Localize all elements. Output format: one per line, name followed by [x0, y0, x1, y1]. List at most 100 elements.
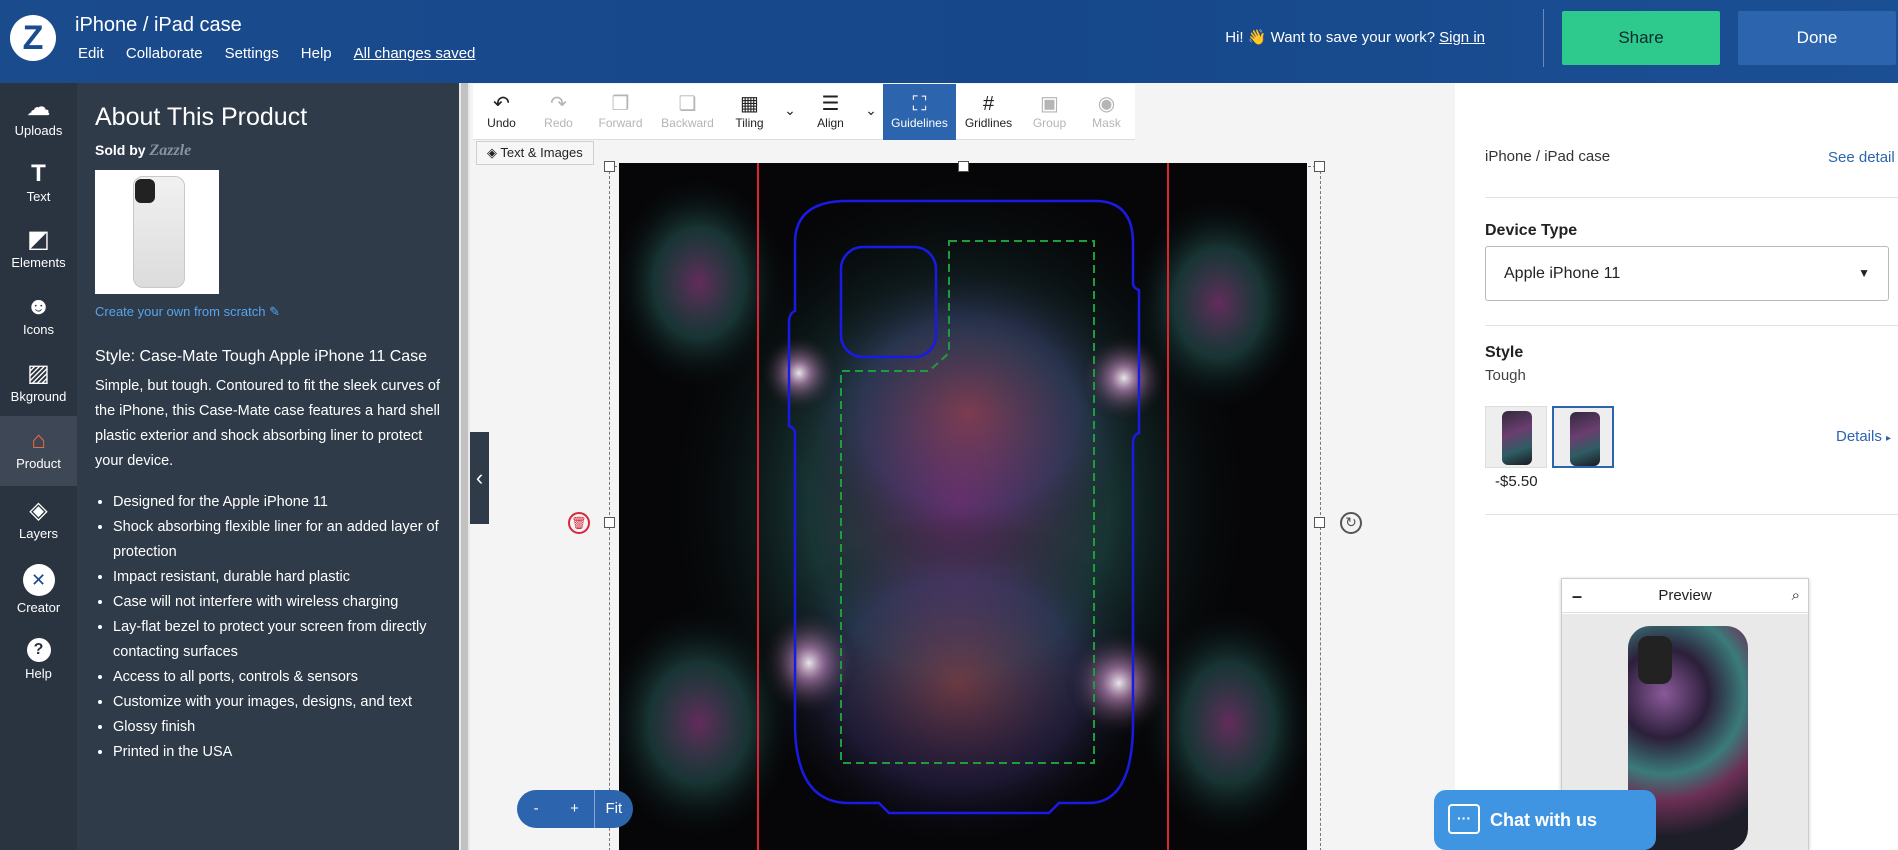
style-title: Style: Case-Mate Tough Apple iPhone 11 C…	[95, 348, 428, 365]
elements-icon: ◩	[27, 226, 50, 253]
tool-help[interactable]: ? Help	[0, 628, 77, 694]
align-button[interactable]: ☰ Align	[802, 84, 859, 140]
chat-bubble-icon: ···	[1448, 804, 1480, 834]
device-type-select[interactable]: Apple iPhone 11 ▼	[1485, 246, 1889, 301]
preview-header: – Preview ⌕	[1562, 579, 1808, 613]
tool-label: Icons	[22, 322, 55, 337]
zoom-fit-button[interactable]: Fit	[593, 790, 633, 828]
guidelines-button[interactable]: ⛶ Guidelines	[883, 84, 956, 140]
mask-icon: ◉	[1097, 93, 1116, 115]
list-item: Access to all ports, controls & sensors	[113, 665, 445, 690]
about-product-panel: About This Product Sold by Zazzle Create…	[77, 83, 459, 850]
forward-button[interactable]: ❐ Forward	[587, 84, 654, 140]
tool-label: Creator	[16, 600, 61, 615]
minimize-icon[interactable]: –	[1572, 579, 1582, 613]
artwork-svg	[619, 163, 1307, 850]
toolbar-label: Undo	[487, 116, 516, 130]
chat-with-us-button[interactable]: ··· Chat with us	[1434, 790, 1656, 850]
backward-button[interactable]: ❏ Backward	[654, 84, 721, 140]
background-icon: ▨	[27, 360, 50, 387]
undo-button[interactable]: ↶ Undo	[473, 84, 530, 140]
create-from-scratch-link[interactable]: Create your own from scratch ✎	[95, 304, 445, 320]
brand-name: Zazzle	[149, 142, 192, 159]
tool-layers[interactable]: ◈ Layers	[0, 486, 77, 552]
forward-icon: ❐	[611, 93, 630, 115]
backward-icon: ❏	[678, 93, 697, 115]
resize-handle[interactable]	[1314, 517, 1325, 528]
layer-tab-label: Text & Images	[500, 145, 583, 160]
scrollbar-thumb[interactable]	[461, 83, 468, 850]
list-item: Designed for the Apple iPhone 11	[113, 490, 445, 515]
style-option-tough[interactable]	[1552, 406, 1614, 468]
greeting-text: Hi! 👋 Want to save your work?	[1225, 29, 1436, 46]
feature-list: Designed for the Apple iPhone 11 Shock a…	[95, 490, 445, 765]
tool-uploads[interactable]: ☁ Uploads	[0, 83, 77, 149]
product-name: iPhone / iPad case	[1485, 148, 1611, 165]
tool-product[interactable]: ⌂ Product	[0, 416, 77, 486]
see-detail-link[interactable]: See detail	[1828, 149, 1895, 166]
style-details-link[interactable]: Details ▸	[1836, 428, 1891, 445]
resize-handle[interactable]	[958, 161, 969, 172]
chevron-down-icon: ⌄	[784, 102, 796, 118]
toolbar-label: Backward	[661, 116, 714, 130]
zoom-in-button[interactable]: +	[555, 790, 593, 828]
divider	[1485, 197, 1898, 198]
smiley-icon: ☻	[25, 293, 52, 320]
done-button[interactable]: Done	[1738, 11, 1896, 65]
save-prompt: Hi! 👋 Want to save your work? Sign in	[1225, 28, 1485, 46]
group-button[interactable]: ▣ Group	[1021, 84, 1078, 140]
tool-label: Bkground	[10, 389, 67, 404]
price-delta: -$5.50	[1495, 473, 1538, 490]
case-thumbnail	[1502, 411, 1532, 465]
rotate-icon[interactable]: ↻	[1340, 512, 1362, 534]
camera-cutout	[1638, 636, 1672, 684]
style-value: Tough	[1485, 367, 1526, 384]
resize-handle[interactable]	[1314, 161, 1325, 172]
zoom-out-button[interactable]: -	[517, 790, 555, 828]
zazzle-logo[interactable]: Z	[10, 15, 56, 61]
design-artwork[interactable]	[619, 163, 1307, 850]
top-bar: Z iPhone / iPad case Edit Collaborate Se…	[0, 0, 1898, 83]
resize-handle[interactable]	[604, 161, 615, 172]
tool-icons[interactable]: ☻ Icons	[0, 282, 77, 348]
about-content: About This Product Sold by Zazzle Create…	[95, 103, 445, 765]
text-and-images-tab[interactable]: ◈ Text & Images	[476, 141, 594, 165]
share-button[interactable]: Share	[1562, 11, 1720, 65]
delete-icon[interactable]: 🗑	[568, 512, 590, 534]
list-item: Case will not interfere with wireless ch…	[113, 590, 445, 615]
tool-text[interactable]: T Text	[0, 149, 77, 215]
divider	[1485, 325, 1898, 326]
menu-help[interactable]: Help	[301, 45, 332, 62]
style-label: Style	[1485, 344, 1524, 361]
chevron-down-icon: ⌄	[865, 102, 877, 118]
app-root: Z iPhone / iPad case Edit Collaborate Se…	[0, 0, 1898, 850]
tiling-button[interactable]: ▦ Tiling	[721, 84, 778, 140]
saved-status-link[interactable]: All changes saved	[354, 45, 476, 62]
product-thumbnail[interactable]	[95, 170, 219, 294]
magnifier-icon[interactable]: ⌕	[1792, 579, 1800, 613]
toolbar-label: Redo	[544, 116, 573, 130]
chat-label: Chat with us	[1490, 810, 1597, 830]
collapse-panel-button[interactable]: ‹	[470, 432, 489, 524]
menu-settings[interactable]: Settings	[225, 45, 279, 62]
toolbar-label: Mask	[1092, 116, 1121, 130]
tool-background[interactable]: ▨ Bkground	[0, 349, 77, 415]
panel-scrollbar[interactable]	[459, 83, 470, 850]
style-option-slim[interactable]	[1485, 406, 1547, 468]
redo-button[interactable]: ↷ Redo	[530, 84, 587, 140]
sign-in-link[interactable]: Sign in	[1439, 29, 1485, 46]
menu-edit[interactable]: Edit	[78, 45, 104, 62]
product-icon: ⌂	[31, 427, 46, 454]
pencil-icon: ✎	[269, 304, 281, 319]
tool-elements[interactable]: ◩ Elements	[0, 215, 77, 281]
tool-creator[interactable]: ✕ Creator	[0, 554, 77, 628]
canvas-toolbar: ↶ Undo ↷ Redo ❐ Forward ❏ Backward ▦ Tiling ⌄…	[473, 84, 1135, 140]
cloud-upload-icon: ☁	[26, 94, 51, 121]
list-item: Impact resistant, durable hard plastic	[113, 565, 445, 590]
tiling-dropdown[interactable]: ⌄	[778, 84, 802, 140]
resize-handle[interactable]	[604, 517, 615, 528]
align-dropdown[interactable]: ⌄	[859, 84, 883, 140]
gridlines-button[interactable]: # Gridlines	[956, 84, 1021, 140]
mask-button[interactable]: ◉ Mask	[1078, 84, 1135, 140]
menu-collaborate[interactable]: Collaborate	[126, 45, 203, 62]
